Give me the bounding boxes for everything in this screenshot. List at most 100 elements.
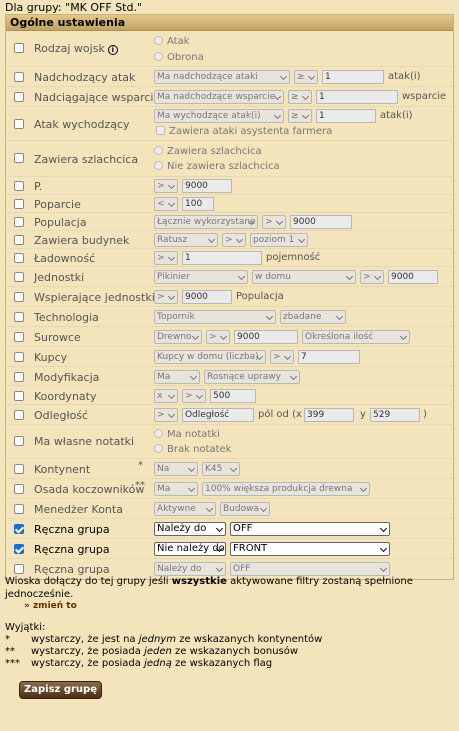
resources-mode-select[interactable]: Określona ilość [302,330,410,344]
manual-group-2-op-select[interactable]: Nie należy do [154,542,226,556]
unitcount-unit-select[interactable]: Pikinier [154,270,248,284]
modification-checkbox[interactable] [14,372,24,382]
manual-group-3-group-select[interactable]: OFF [230,562,390,576]
incoming-checkbox[interactable] [14,72,24,82]
radio-no-noble[interactable]: Nie zawiera szlachcica [154,161,280,172]
support-op-select[interactable]: ≥ [288,90,312,104]
merchants-op-select[interactable]: > [270,350,294,364]
points-value-input[interactable]: 9000 [182,179,232,193]
capacity-label: Ładowność [34,252,96,265]
barbarian-bonus-select[interactable]: 100% większa produkcja drewna [202,482,370,496]
tech-unit-select[interactable]: Topornik [154,310,276,324]
building-op-select[interactable]: > [222,233,246,247]
manual-group-3-op-select[interactable]: Należy do [154,562,226,576]
coords-axis-select[interactable]: x [154,389,178,403]
distance-value-input[interactable]: Odległość [182,408,254,422]
continent-value-select[interactable]: K45 [202,462,240,476]
population-value-input[interactable]: 9000 [290,215,352,229]
loyalty-op-select[interactable]: < [154,197,178,211]
resources-type-select[interactable]: Drewno [154,330,202,344]
tech-checkbox[interactable] [14,312,24,322]
coords-checkbox[interactable] [14,391,24,401]
manager-checkbox[interactable] [14,504,24,514]
info-icon[interactable]: i [107,45,118,55]
points-checkbox[interactable] [14,181,24,191]
points-op-select[interactable]: > [154,179,178,193]
noble-label: Zawiera szlachcica [34,153,139,166]
unitcount-value-input[interactable]: 9000 [388,270,438,284]
outgoing-checkbox[interactable] [14,119,24,129]
continent-checkbox[interactable] [14,464,24,474]
manual-group-2-checkbox[interactable] [14,544,24,554]
noble-checkbox[interactable] [14,153,24,163]
manual-group-1-group-select[interactable]: OFF [230,522,390,536]
radio-has-noble[interactable]: Zawiera szlachcica [154,146,262,157]
building-type-select[interactable]: Ratusz [154,233,218,247]
radio-has-notes[interactable]: Ma notatki [154,429,220,440]
section-title: Ogólne ustawienia [6,15,453,31]
outgoing-value-input[interactable]: 1 [316,109,376,123]
support-units-value-input[interactable]: 9000 [182,290,232,304]
support-units-op-select[interactable]: > [154,290,178,304]
units-checkbox[interactable] [14,43,24,53]
support-units-checkbox[interactable] [14,292,24,302]
capacity-op-select[interactable]: > [154,251,178,265]
capacity-value-input[interactable]: 1 [182,251,262,265]
row-units: Rodzaj wojsk i Atak Obrona [6,31,453,67]
merchants-type-select[interactable]: Kupcy w domu (liczba) [154,350,266,364]
outgoing-op-select[interactable]: ≥ [288,109,312,123]
distance-checkbox[interactable] [14,410,24,420]
merchants-value-input[interactable]: 7 [298,350,360,364]
resources-op-select[interactable]: > [206,330,230,344]
population-checkbox[interactable] [14,217,24,227]
loyalty-value-input[interactable]: 100 [182,197,214,211]
tech-status-select[interactable]: zbadane [280,310,346,324]
manual-group-3-checkbox[interactable] [14,564,24,574]
coords-op-select[interactable]: > [182,389,206,403]
unitcount-op-select[interactable]: > [360,270,384,284]
incoming-op-select[interactable]: ≥ [294,70,318,84]
radio-no-notes[interactable]: Brak notatek [154,444,231,455]
support-value-input[interactable]: 1 [316,90,398,104]
modification-type-select[interactable]: Rosnące uprawy [204,370,300,384]
unitcount-checkbox[interactable] [14,272,24,282]
modification-has-select[interactable]: Ma [154,370,200,384]
resources-checkbox[interactable] [14,332,24,342]
row-loyalty: Poparcie < 100 [6,195,453,213]
distance-y-input[interactable]: 529 [370,408,420,422]
row-points: P. > 9000 [6,177,453,195]
distance-op-select[interactable]: > [154,408,178,422]
population-type-select[interactable]: Łącznie wykorzystane [154,215,258,229]
radio-defense[interactable]: Obrona [154,52,204,63]
row-manual-group-1: Ręczna grupa Należy do OFF [6,519,453,539]
manual-group-1-op-select[interactable]: Należy do [154,522,226,536]
save-group-button[interactable]: Zapisz grupę [19,681,102,699]
loyalty-checkbox[interactable] [14,199,24,209]
incoming-type-select[interactable]: Ma nadchodzące ataki [154,70,290,84]
support-type-select[interactable]: Ma nadchodzące wsparcie [154,90,284,104]
notes-checkbox[interactable] [14,436,24,446]
resources-value-input[interactable]: 9000 [234,330,298,344]
building-level-select[interactable]: poziom 1 [250,233,308,247]
merchants-checkbox[interactable] [14,352,24,362]
manual-group-1-checkbox[interactable] [14,524,24,534]
manager-type-select[interactable]: Budowa [220,502,270,516]
barbarian-checkbox[interactable] [14,484,24,494]
manual-group-2-group-select[interactable]: FRONT [230,542,390,556]
support-checkbox[interactable] [14,92,24,102]
continent-has-select[interactable]: Na [154,462,198,476]
capacity-checkbox[interactable] [14,253,24,263]
building-checkbox[interactable] [14,235,24,245]
outgoing-type-select[interactable]: Ma wychodzące atak(i) [154,109,284,123]
manager-status-select[interactable]: Aktywne [154,502,216,516]
incoming-value-input[interactable]: 1 [322,70,384,84]
radio-attack[interactable]: Atak [154,36,190,47]
farm-assistant-checkbox[interactable]: Zawiera ataki asystenta farmera [156,126,332,137]
row-population: Populacja Łącznie wykorzystane > 9000 [6,213,453,231]
barbarian-has-select[interactable]: Ma [154,482,198,496]
change-logic-link[interactable]: » zmień to [24,601,77,611]
coords-value-input[interactable]: 500 [210,389,256,403]
unitcount-location-select[interactable]: w domu [252,270,356,284]
population-op-select[interactable]: > [262,215,286,229]
distance-x-input[interactable]: 399 [304,408,354,422]
